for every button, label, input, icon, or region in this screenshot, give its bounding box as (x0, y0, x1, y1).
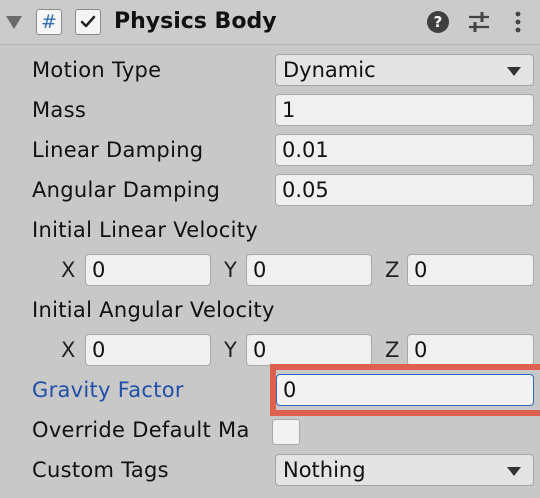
help-icon[interactable]: ? (427, 11, 449, 33)
angular-velocity-y-field[interactable]: 0 (246, 334, 372, 366)
custom-tags-dropdown[interactable]: Nothing (275, 454, 534, 486)
fold-triangle-icon[interactable] (6, 16, 22, 29)
chevron-down-icon (507, 67, 521, 76)
initial-linear-velocity-label: Initial Linear Velocity (32, 218, 259, 242)
angular-velocity-y-label: Y (224, 338, 237, 362)
override-default-mass-label: Override Default Ma (32, 418, 250, 442)
checkmark-icon (80, 15, 96, 28)
chevron-down-icon (507, 467, 521, 476)
angular-damping-field[interactable]: 0.05 (275, 174, 534, 206)
angular-velocity-z-field[interactable]: 0 (407, 334, 534, 366)
linear-velocity-x-field[interactable]: 0 (85, 254, 211, 286)
linear-damping-label: Linear Damping (32, 138, 204, 162)
motion-type-label: Motion Type (32, 58, 162, 82)
angular-velocity-x-label: X (61, 338, 76, 362)
angular-velocity-x-field[interactable]: 0 (85, 334, 211, 366)
gravity-factor-label: Gravity Factor (32, 378, 184, 402)
linear-velocity-z-field[interactable]: 0 (407, 254, 534, 286)
linear-velocity-y-field[interactable]: 0 (246, 254, 372, 286)
mass-label: Mass (32, 98, 87, 122)
linear-velocity-x-label: X (61, 258, 76, 282)
motion-type-dropdown[interactable]: Dynamic (275, 54, 534, 86)
component-enable-checkbox[interactable] (75, 9, 101, 35)
override-default-mass-checkbox[interactable] (272, 419, 300, 445)
kebab-menu-icon[interactable] (510, 10, 526, 34)
linear-velocity-z-label: Z (385, 258, 400, 282)
mass-field[interactable]: 1 (275, 94, 534, 126)
angular-velocity-z-label: Z (385, 338, 400, 362)
linear-velocity-y-label: Y (224, 258, 237, 282)
initial-angular-velocity-label: Initial Angular Velocity (32, 298, 275, 322)
presets-icon[interactable] (467, 10, 491, 34)
component-title: Physics Body (114, 9, 277, 34)
gravity-factor-field[interactable]: 0 (276, 374, 534, 406)
component-header[interactable]: # Physics Body ? (0, 0, 540, 45)
custom-tags-label: Custom Tags (32, 458, 169, 482)
script-icon: # (36, 9, 62, 35)
motion-type-value: Dynamic (283, 58, 376, 82)
linear-damping-field[interactable]: 0.01 (275, 134, 534, 166)
custom-tags-value: Nothing (283, 458, 366, 482)
angular-damping-label: Angular Damping (32, 178, 221, 202)
